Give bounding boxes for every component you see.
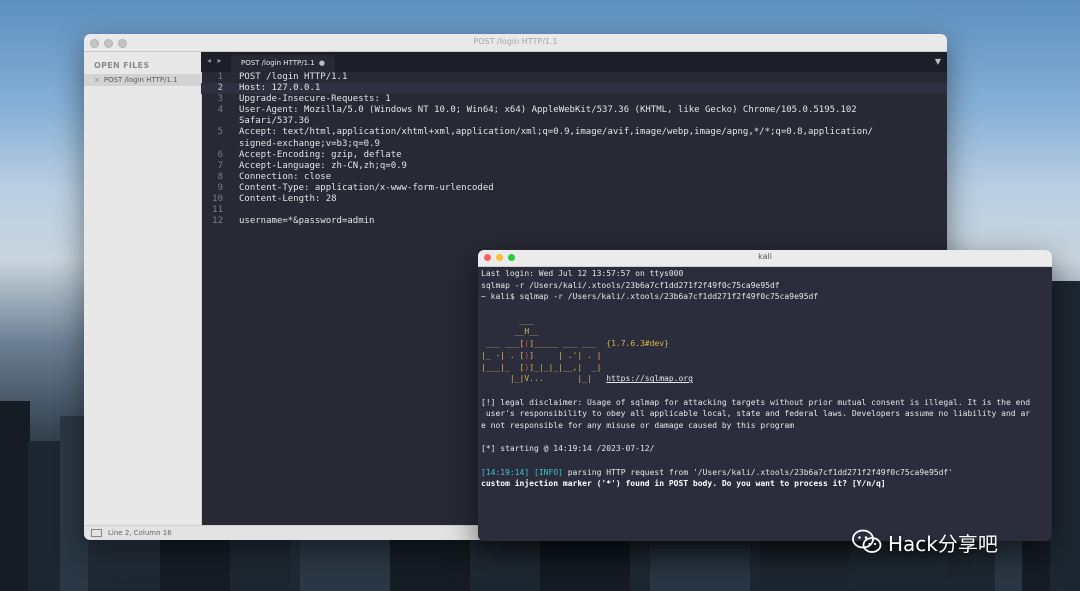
injection-marker-question: custom injection marker ('*') found in P…	[481, 479, 886, 489]
line-number: 1	[217, 72, 223, 82]
code-line[interactable]: 9 Content-Type: application/x-www-form-ur…	[201, 183, 947, 194]
terminal-output[interactable]: Last login: Wed Jul 12 13:57:57 on ttys0…	[481, 268, 1049, 490]
code-line[interactable]: 3 Upgrade-Insecure-Requests: 1	[201, 94, 947, 105]
disclaimer-line-2: user's responsibility to obey all applic…	[481, 409, 1031, 419]
line-text: Connection: close	[239, 171, 332, 182]
wechat-logo-icon	[852, 529, 882, 553]
command-line-1: sqlmap -r /Users/kali/.xtools/23b6a7cf1d…	[481, 280, 780, 290]
code-line[interactable]: 12 username=*&password=admin	[201, 216, 947, 227]
line-text: Upgrade-Insecure-Requests: 1	[239, 94, 391, 105]
terminal-title: kali	[758, 252, 772, 261]
editor-titlebar[interactable]: POST /login HTTP/1.1	[84, 34, 947, 52]
watermark-text: Hack分享吧	[888, 531, 998, 556]
code-line[interactable]: 5 Accept: text/html,application/xhtml+xml…	[201, 127, 947, 138]
disclaimer-line-3: e not responsible for any misuse or dama…	[481, 420, 795, 430]
line-number: 2	[217, 83, 223, 94]
info-line: [14:19:14] [INFO] parsing HTTP request f…	[481, 467, 1049, 479]
sidebar-open-file[interactable]: × POST /login HTTP/1.1	[84, 74, 201, 86]
sqlmap-logo-line-5: |___|_ [)]_|_|_|__,| _|	[481, 362, 602, 372]
sqlmap-logo-line-2: __H__	[481, 327, 539, 337]
editor-tabbar: ◂ ▸ POST /login HTTP/1.1 ● ▼	[201, 52, 947, 72]
line-number: 3	[217, 94, 223, 105]
watermark: Hack分享吧	[852, 527, 998, 557]
sqlmap-logo-line-3: ___ ___[(]_____ ___ ___ {1.7.6.3#dev}	[481, 339, 669, 349]
code-line[interactable]: 11	[201, 205, 947, 216]
starting-line: [*] starting @ 14:19:14 /2023-07-12/	[481, 444, 655, 454]
line-number: 6	[217, 149, 223, 160]
line-text: Safari/537.36	[239, 116, 310, 127]
editor-sidebar: OPEN FILES × POST /login HTTP/1.1	[84, 52, 202, 526]
code-line[interactable]: signed-exchange;v=b3;q=0.9	[201, 139, 947, 150]
line-number: 7	[217, 160, 223, 171]
tab-menu-chevron-down-icon[interactable]: ▼	[935, 57, 941, 66]
line-number: 5	[217, 127, 223, 138]
line-text: User-Agent: Mozilla/5.0 (Windows NT 10.0…	[239, 105, 857, 116]
code-line[interactable]: 1 POST /login HTTP/1.1	[201, 72, 947, 83]
line-number: 8	[217, 171, 223, 182]
terminal-titlebar[interactable]: kali	[478, 250, 1052, 267]
sqlmap-url-link[interactable]: https://sqlmap.org	[606, 374, 693, 383]
line-text: signed-exchange;v=b3;q=0.9	[239, 138, 380, 149]
code-line[interactable]: Safari/537.36	[201, 116, 947, 127]
line-number: 10	[212, 194, 223, 205]
line-text: POST /login HTTP/1.1	[239, 72, 348, 82]
tab-modified-dot-icon[interactable]: ●	[319, 55, 325, 72]
sqlmap-logo-line-4: |_ -| . [)] | .'| . |	[481, 350, 602, 360]
sidebar-file-label: POST /login HTTP/1.1	[103, 76, 178, 84]
line-text: Accept-Encoding: gzip, deflate	[239, 149, 402, 160]
last-login-line: Last login: Wed Jul 12 13:57:57 on ttys0…	[481, 269, 684, 278]
line-number: 4	[217, 105, 223, 116]
code-line[interactable]: 6 Accept-Encoding: gzip, deflate	[201, 150, 947, 161]
line-number: 11	[212, 205, 223, 216]
editor-window-title: POST /login HTTP/1.1	[473, 37, 558, 46]
line-number: 12	[212, 216, 223, 227]
cursor-position-status: Line 2, Column 16	[108, 529, 172, 537]
open-files-header: OPEN FILES	[94, 61, 150, 70]
code-line[interactable]: 2 Host: 127.0.0.1	[201, 83, 947, 95]
prompt-line: ~ kali$ sqlmap -r /Users/kali/.xtools/23…	[481, 292, 819, 302]
line-text: username=*&password=admin	[239, 216, 375, 227]
line-text: Accept-Language: zh-CN,zh;q=0.9	[239, 160, 407, 171]
info-message: parsing HTTP request from '/Users/kali/.…	[562, 467, 954, 477]
line-text: Host: 127.0.0.1	[239, 83, 321, 94]
sqlmap-version: {1.7.6.3#dev}	[606, 339, 669, 349]
code-line[interactable]: 8 Connection: close	[201, 172, 947, 183]
line-number: 9	[217, 182, 223, 193]
code-line[interactable]: 4 User-Agent: Mozilla/5.0 (Windows NT 10.…	[201, 105, 947, 116]
tab-nav-arrows-icon[interactable]: ◂ ▸	[207, 56, 224, 65]
code-line[interactable]: 7 Accept-Language: zh-CN,zh;q=0.9	[201, 161, 947, 172]
terminal-window: kali Last login: Wed Jul 12 13:57:57 on …	[478, 250, 1052, 541]
info-tag: [INFO]	[534, 467, 563, 477]
sqlmap-logo-line-6: |_|V... |_| https://sqlmap.org	[481, 374, 693, 384]
line-text: Content-Type: application/x-www-form-url…	[239, 182, 494, 193]
tab-post-login[interactable]: POST /login HTTP/1.1 ●	[231, 55, 335, 72]
sqlmap-logo-line-1: ___	[481, 315, 534, 325]
close-file-icon[interactable]: ×	[94, 76, 100, 84]
code-line[interactable]: 10 Content-Length: 28	[201, 194, 947, 205]
disclaimer-line-1: [!] legal disclaimer: Usage of sqlmap fo…	[481, 397, 1031, 407]
line-text: Accept: text/html,application/xhtml+xml,…	[239, 127, 873, 138]
line-text: Content-Length: 28	[239, 194, 337, 205]
panel-toggle-icon[interactable]	[91, 529, 102, 537]
info-timestamp: [14:19:14]	[481, 467, 530, 477]
tab-label: POST /login HTTP/1.1	[241, 59, 315, 67]
